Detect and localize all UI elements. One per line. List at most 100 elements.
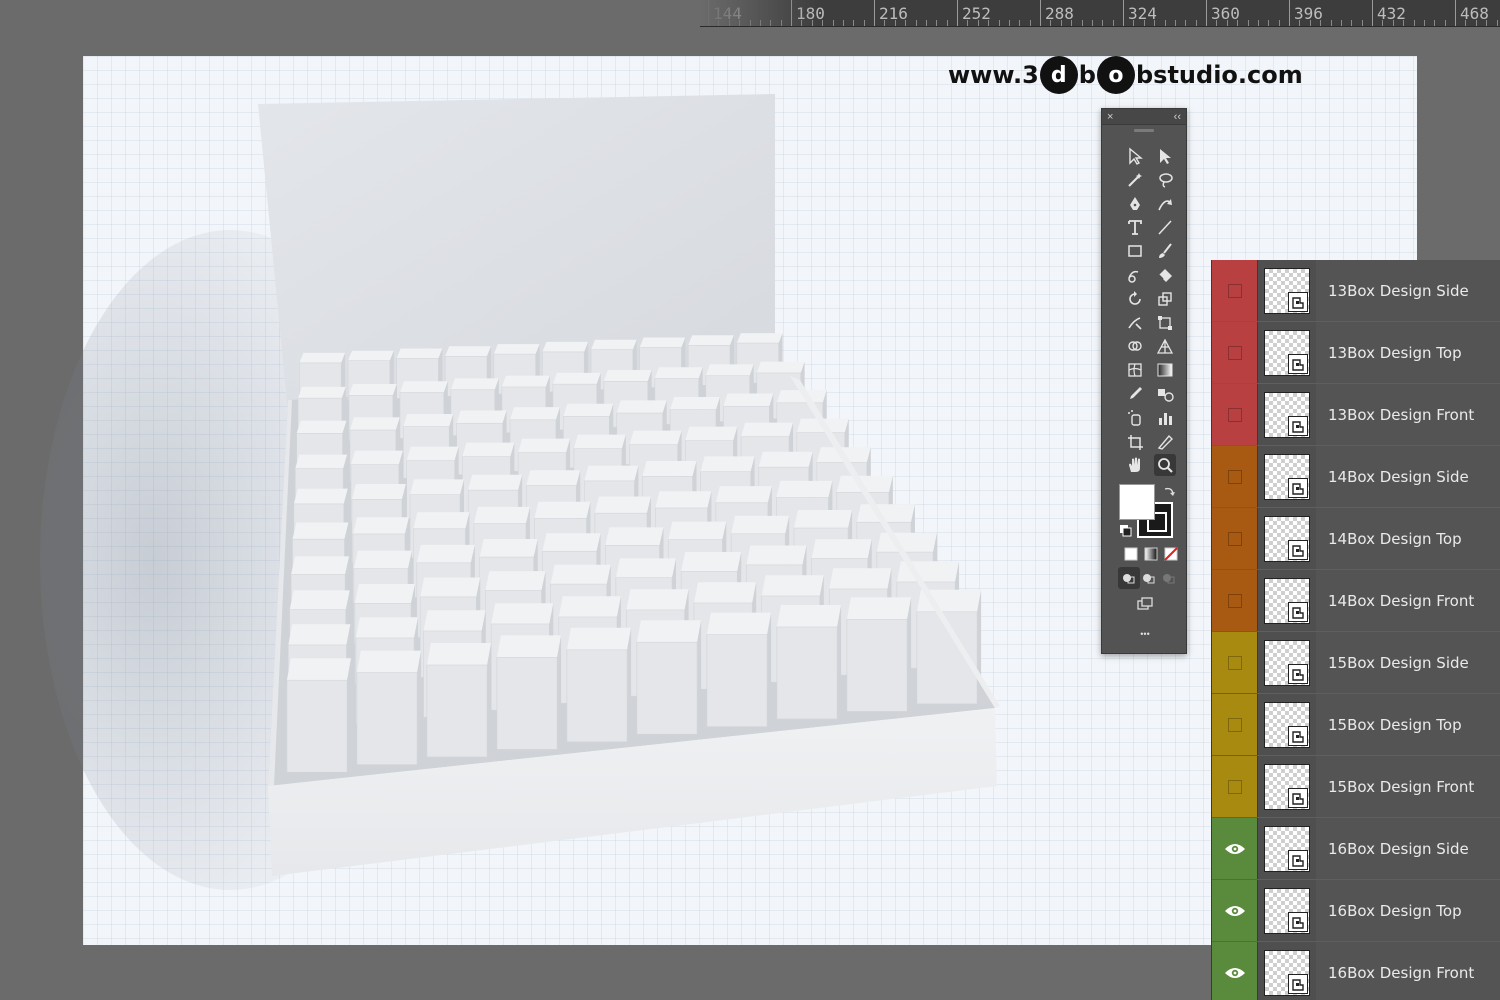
hidden-visibility-box[interactable] (1227, 283, 1242, 298)
layer-row[interactable]: 16Box Design Top (1212, 880, 1500, 942)
layer-name[interactable]: 13Box Design Top (1316, 322, 1500, 383)
layer-visibility-toggle[interactable] (1212, 508, 1258, 569)
default-colors-icon[interactable] (1114, 519, 1136, 541)
panel-grip[interactable] (1134, 129, 1154, 132)
hidden-visibility-box[interactable] (1227, 655, 1242, 670)
warp-tool-icon[interactable] (1124, 312, 1146, 334)
shape-builder-tool-icon[interactable] (1124, 335, 1146, 357)
layer-row[interactable]: 15Box Design Side (1212, 632, 1500, 694)
hidden-visibility-box[interactable] (1227, 407, 1242, 422)
layer-thumbnail-cell[interactable] (1258, 694, 1316, 755)
hidden-visibility-box[interactable] (1227, 717, 1242, 732)
layer-visibility-toggle[interactable] (1212, 756, 1258, 817)
draw-normal-icon[interactable] (1118, 567, 1140, 589)
curvature-tool-icon[interactable] (1154, 193, 1176, 215)
eye-icon[interactable] (1224, 842, 1246, 856)
layer-thumbnail-cell[interactable] (1258, 942, 1316, 1000)
pen-tool-icon[interactable] (1124, 193, 1146, 215)
paintbrush-tool-icon[interactable] (1154, 240, 1176, 262)
tools-panel-header[interactable]: × ‹‹ (1102, 109, 1186, 125)
artboard-tool-icon[interactable] (1124, 431, 1146, 453)
layer-thumbnail[interactable] (1264, 763, 1310, 810)
layer-thumbnail[interactable] (1264, 639, 1310, 686)
layer-thumbnail[interactable] (1264, 577, 1310, 624)
draw-behind-icon[interactable] (1138, 567, 1160, 589)
rotate-tool-icon[interactable] (1124, 288, 1146, 310)
layer-name[interactable]: 14Box Design Front (1316, 570, 1500, 631)
layer-name[interactable]: 14Box Design Top (1316, 508, 1500, 569)
layer-name[interactable]: 16Box Design Front (1316, 942, 1500, 1000)
layer-row[interactable]: 15Box Design Top (1212, 694, 1500, 756)
layer-thumbnail-cell[interactable] (1258, 570, 1316, 631)
layer-row[interactable]: 15Box Design Front (1212, 756, 1500, 818)
none-mode-icon[interactable] (1160, 543, 1182, 565)
perspective-grid-tool-icon[interactable] (1154, 335, 1176, 357)
layer-visibility-toggle[interactable] (1212, 570, 1258, 631)
layer-visibility-toggle[interactable] (1212, 260, 1258, 321)
layer-name[interactable]: 16Box Design Side (1316, 818, 1500, 879)
hidden-visibility-box[interactable] (1227, 345, 1242, 360)
layer-visibility-toggle[interactable] (1212, 942, 1258, 1000)
eraser-tool-icon[interactable] (1154, 264, 1176, 286)
layer-thumbnail[interactable] (1264, 949, 1310, 996)
symbol-sprayer-tool-icon[interactable] (1124, 407, 1146, 429)
layer-thumbnail-cell[interactable] (1258, 632, 1316, 693)
layer-visibility-toggle[interactable] (1212, 632, 1258, 693)
free-transform-tool-icon[interactable] (1154, 312, 1176, 334)
column-graph-tool-icon[interactable] (1154, 407, 1176, 429)
eyedropper-tool-icon[interactable] (1124, 383, 1146, 405)
layer-thumbnail-cell[interactable] (1258, 384, 1316, 445)
draw-inside-icon[interactable] (1158, 567, 1180, 589)
layer-name[interactable]: 16Box Design Top (1316, 880, 1500, 941)
line-segment-tool-icon[interactable] (1154, 216, 1176, 238)
screen-mode-icon[interactable] (1134, 593, 1156, 615)
layer-row[interactable]: 13Box Design Top (1212, 322, 1500, 384)
layer-thumbnail[interactable] (1264, 825, 1310, 872)
layer-thumbnail[interactable] (1264, 329, 1310, 376)
close-icon[interactable]: × (1107, 109, 1113, 125)
hidden-visibility-box[interactable] (1227, 593, 1242, 608)
layer-name[interactable]: 14Box Design Side (1316, 446, 1500, 507)
layer-thumbnail-cell[interactable] (1258, 818, 1316, 879)
layer-row[interactable]: 13Box Design Front (1212, 384, 1500, 446)
swap-fill-stroke-icon[interactable] (1158, 481, 1180, 503)
magic-wand-tool-icon[interactable] (1124, 169, 1146, 191)
more-tools-icon[interactable]: ••• (1134, 623, 1156, 645)
layer-thumbnail-cell[interactable] (1258, 880, 1316, 941)
scale-tool-icon[interactable] (1154, 288, 1176, 310)
collapse-icon[interactable]: ‹‹ (1174, 109, 1181, 125)
shaper-tool-icon[interactable] (1124, 264, 1146, 286)
eye-icon[interactable] (1224, 966, 1246, 980)
layer-thumbnail[interactable] (1264, 515, 1310, 562)
hidden-visibility-box[interactable] (1227, 779, 1242, 794)
layer-thumbnail-cell[interactable] (1258, 756, 1316, 817)
layer-name[interactable]: 15Box Design Top (1316, 694, 1500, 755)
slice-tool-icon[interactable] (1154, 431, 1176, 453)
eye-icon[interactable] (1224, 904, 1246, 918)
layer-thumbnail[interactable] (1264, 267, 1310, 314)
layer-visibility-toggle[interactable] (1212, 446, 1258, 507)
layer-thumbnail[interactable] (1264, 391, 1310, 438)
layer-thumbnail-cell[interactable] (1258, 260, 1316, 321)
layer-row[interactable]: 13Box Design Side (1212, 260, 1500, 322)
layer-name[interactable]: 15Box Design Side (1316, 632, 1500, 693)
type-tool-icon[interactable] (1124, 216, 1146, 238)
layer-name[interactable]: 15Box Design Front (1316, 756, 1500, 817)
layer-row[interactable]: 14Box Design Top (1212, 508, 1500, 570)
gradient-tool-icon[interactable] (1154, 359, 1176, 381)
layer-visibility-toggle[interactable] (1212, 384, 1258, 445)
layer-thumbnail-cell[interactable] (1258, 508, 1316, 569)
layer-row[interactable]: 16Box Design Front (1212, 942, 1500, 1000)
layer-visibility-toggle[interactable] (1212, 880, 1258, 941)
layer-thumbnail[interactable] (1264, 887, 1310, 934)
layer-thumbnail[interactable] (1264, 453, 1310, 500)
lasso-tool-icon[interactable] (1154, 169, 1176, 191)
layer-name[interactable]: 13Box Design Side (1316, 260, 1500, 321)
hidden-visibility-box[interactable] (1227, 469, 1242, 484)
direct-selection-tool-icon[interactable] (1154, 145, 1176, 167)
layer-thumbnail-cell[interactable] (1258, 322, 1316, 383)
fill-color-swatch[interactable] (1119, 484, 1155, 520)
mesh-tool-icon[interactable] (1124, 359, 1146, 381)
gradient-mode-icon[interactable] (1140, 543, 1162, 565)
layer-row[interactable]: 14Box Design Side (1212, 446, 1500, 508)
